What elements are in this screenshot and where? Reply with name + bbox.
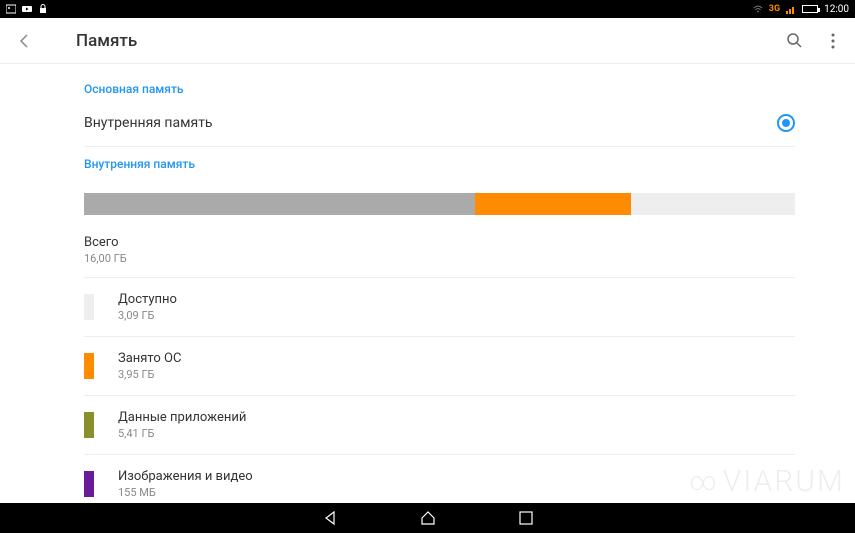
category-label: Доступно xyxy=(118,292,177,307)
category-label: Данные приложений xyxy=(118,410,246,425)
category-list: Доступно 3,09 ГБ Занято ОС 3,95 ГБ Данные пр… xyxy=(84,278,795,503)
back-button[interactable] xyxy=(12,29,36,53)
category-value: 3,95 ГБ xyxy=(118,368,181,381)
storage-total-label: Всего xyxy=(84,235,795,250)
category-row[interactable]: Изображения и видео 155 МБ xyxy=(84,455,795,503)
category-swatch xyxy=(84,353,94,379)
wifi-icon xyxy=(753,4,763,14)
section-internal-memory-label: Внутренняя память xyxy=(84,147,795,179)
network-type-label: 3G xyxy=(769,4,780,14)
storage-seg-free xyxy=(631,193,795,215)
android-nav-bar xyxy=(0,503,855,533)
lock-icon xyxy=(38,4,48,14)
category-label: Изображения и видео xyxy=(118,469,253,484)
category-value: 3,09 ГБ xyxy=(118,309,177,322)
nav-back-button[interactable] xyxy=(321,509,339,527)
page-title: Память xyxy=(76,31,137,51)
category-swatch xyxy=(84,471,94,497)
overflow-menu-button[interactable] xyxy=(823,31,843,51)
category-row[interactable]: Доступно 3,09 ГБ xyxy=(84,278,795,337)
clock-label: 12:00 xyxy=(824,4,849,15)
category-swatch xyxy=(84,412,94,438)
category-row[interactable]: Занято ОС 3,95 ГБ xyxy=(84,337,795,396)
storage-seg-os xyxy=(475,193,631,215)
app-header: Память xyxy=(0,18,855,64)
signal-icon xyxy=(786,4,796,14)
category-swatch xyxy=(84,294,94,320)
content-scroll[interactable]: Основная память Внутренняя память Внутре… xyxy=(0,64,855,503)
section-main-memory-label: Основная память xyxy=(84,72,795,104)
category-row[interactable]: Данные приложений 5,41 ГБ xyxy=(84,396,795,455)
storage-total-row: Всего 16,00 ГБ xyxy=(84,229,795,278)
category-value: 5,41 ГБ xyxy=(118,427,246,440)
internal-memory-row[interactable]: Внутренняя память xyxy=(84,104,795,146)
storage-seg-used xyxy=(84,193,475,215)
category-label: Занято ОС xyxy=(118,351,181,366)
internal-memory-radio[interactable] xyxy=(777,114,795,132)
status-bar: 3G 12:00 xyxy=(0,0,855,18)
storage-total-value: 16,00 ГБ xyxy=(84,252,795,265)
youtube-icon xyxy=(22,4,32,14)
storage-usage-bar xyxy=(84,193,795,215)
search-button[interactable] xyxy=(785,31,805,51)
nav-home-button[interactable] xyxy=(419,509,437,527)
gallery-icon xyxy=(6,4,16,14)
nav-recent-button[interactable] xyxy=(517,509,535,527)
battery-icon xyxy=(802,5,818,13)
internal-memory-row-label: Внутренняя память xyxy=(84,115,213,131)
category-value: 155 МБ xyxy=(118,486,253,499)
